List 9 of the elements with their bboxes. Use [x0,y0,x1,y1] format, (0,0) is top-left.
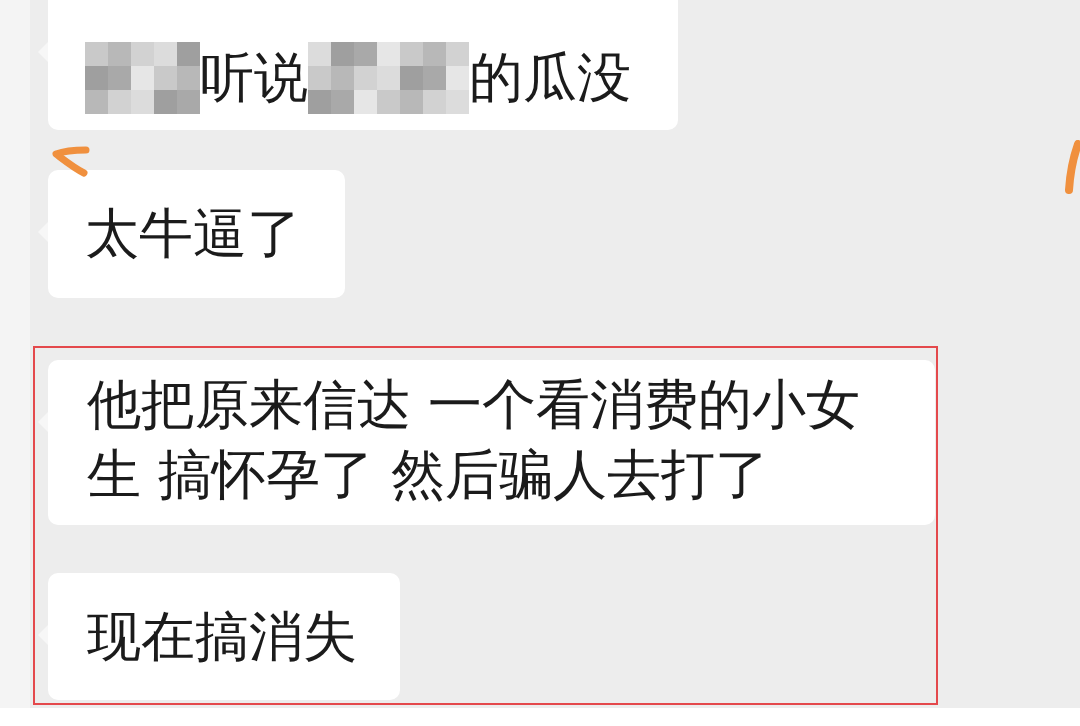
annotation-stroke-icon [1064,140,1080,196]
mosaic-icon [308,42,469,114]
message-text: 他把原来信达 一个看消费的小女生 搞怀孕了 然后骗人去打了 [87,372,862,508]
message-text: 听说 [200,45,308,111]
mosaic-icon [85,42,200,114]
message-text: 现在搞消失 [87,603,357,670]
message-text: 太牛逼了 [85,201,301,267]
message-text: 的瓜没 [469,45,631,111]
annotation-stroke-icon [50,146,90,178]
